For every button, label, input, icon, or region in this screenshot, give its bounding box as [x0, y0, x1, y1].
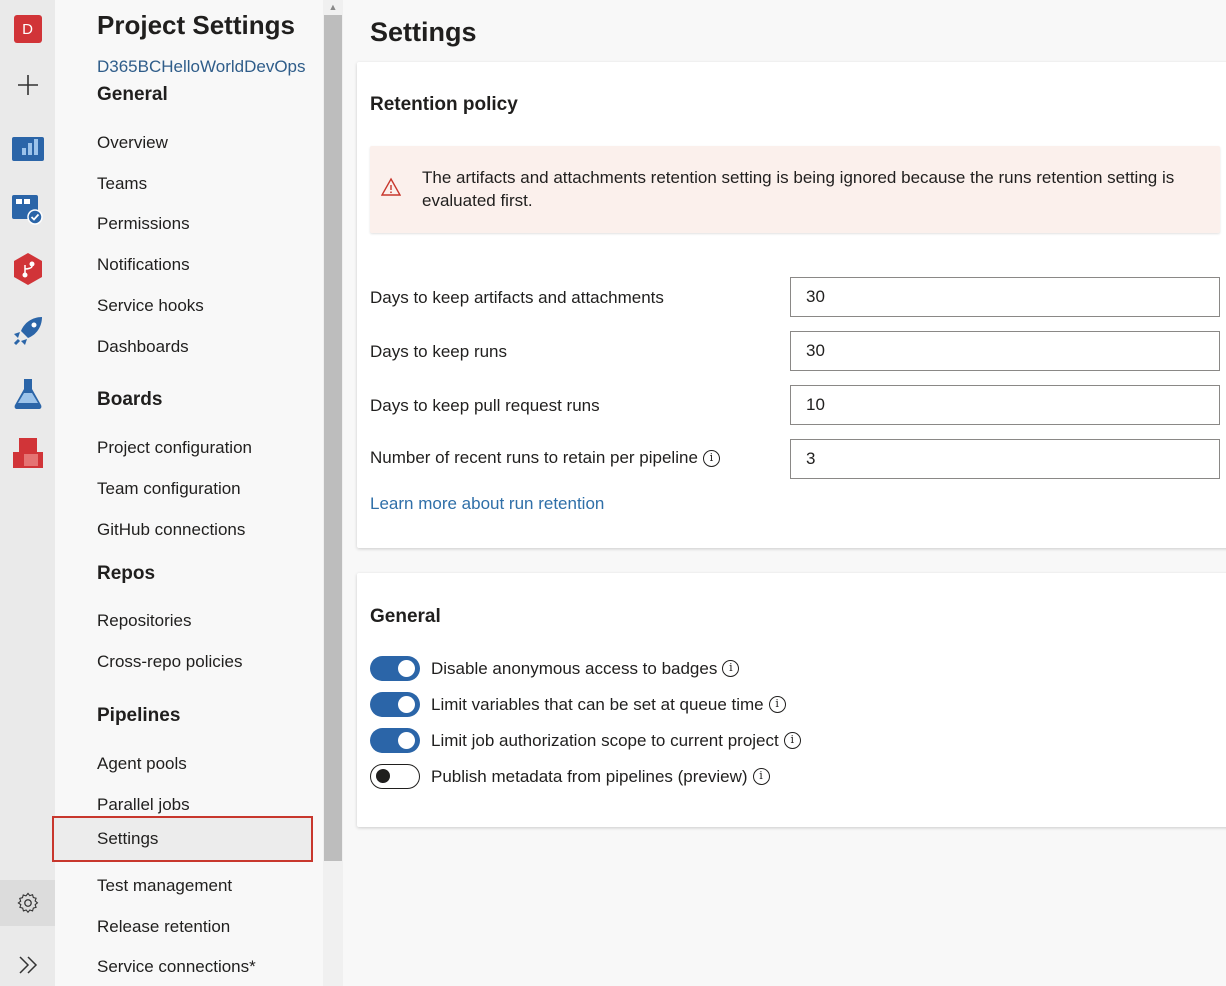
gear-icon: [16, 892, 38, 914]
nav-item-service-hooks[interactable]: Service hooks: [97, 296, 204, 316]
nav-item-cross-repo-policies[interactable]: Cross-repo policies: [97, 652, 243, 672]
learn-more-retention-link[interactable]: Learn more about run retention: [370, 494, 604, 514]
publish-metadata-toggle[interactable]: [370, 764, 420, 789]
info-icon[interactable]: i: [752, 768, 770, 785]
toggle-label: Disable anonymous access to badges: [431, 658, 718, 678]
toggle-row-limit-variables: Limit variables that can be set at queue…: [370, 692, 786, 717]
scroll-up-arrow-icon[interactable]: ▲: [323, 0, 343, 14]
pr-runs-days-label: Days to keep pull request runs: [370, 396, 600, 415]
boards-icon: [11, 195, 43, 225]
general-title: General: [370, 606, 441, 627]
test-plans-hub-button[interactable]: [0, 370, 55, 416]
nav-item-teams[interactable]: Teams: [97, 174, 147, 194]
retention-warning-banner: The artifacts and attachments retention …: [370, 146, 1220, 233]
toggle-row-publish-metadata: Publish metadata from pipelines (preview…: [370, 764, 770, 789]
retention-policy-title: Retention policy: [370, 94, 518, 115]
double-chevron-icon: [18, 956, 37, 974]
nav-item-notifications[interactable]: Notifications: [97, 255, 190, 275]
info-icon[interactable]: i: [783, 732, 801, 749]
artifacts-days-label: Days to keep artifacts and attachments: [370, 288, 664, 307]
nav-section-boards: Boards: [97, 389, 163, 410]
overview-icon: [11, 137, 44, 161]
runs-days-label: Days to keep runs: [370, 342, 508, 361]
recent-runs-input[interactable]: [790, 439, 1220, 479]
nav-section-repos: Repos: [97, 563, 156, 584]
organization-button[interactable]: D: [0, 6, 55, 52]
nav-item-release-retention[interactable]: Release retention: [97, 917, 230, 937]
info-icon[interactable]: i: [768, 696, 786, 713]
page-title: Settings: [370, 17, 477, 47]
nav-item-overview[interactable]: Overview: [97, 133, 168, 153]
warning-icon: [381, 177, 401, 196]
disable-anonymous-badges-toggle[interactable]: [370, 656, 420, 681]
pipelines-icon: [13, 317, 42, 346]
nav-item-team-configuration[interactable]: Team configuration: [97, 479, 241, 499]
product-rail: D: [0, 0, 55, 986]
overview-hub-button[interactable]: [0, 124, 55, 170]
nav-item-github-connections[interactable]: GitHub connections: [97, 520, 245, 540]
add-button[interactable]: [0, 62, 55, 108]
nav-section-general: General: [97, 84, 168, 105]
project-settings-button[interactable]: [0, 880, 55, 926]
limit-job-scope-toggle[interactable]: [370, 728, 420, 753]
runs-days-input[interactable]: [790, 331, 1220, 371]
settings-nav: Project Settings D365BCHelloWorldDevOps …: [52, 0, 343, 986]
toggle-label: Publish metadata from pipelines (preview…: [431, 766, 748, 786]
boards-hub-button[interactable]: [0, 186, 55, 232]
recent-runs-label: Number of recent runs to retain per pipe…: [370, 448, 720, 468]
nav-item-test-management[interactable]: Test management: [97, 876, 232, 896]
general-card: General Disable anonymous access to badg…: [357, 573, 1226, 827]
nav-item-permissions[interactable]: Permissions: [97, 214, 190, 234]
artifacts-days-input[interactable]: [790, 277, 1220, 317]
toggle-label: Limit job authorization scope to current…: [431, 730, 779, 750]
project-link[interactable]: D365BCHelloWorldDevOps: [97, 57, 306, 77]
add-icon: [17, 75, 38, 95]
nav-item-project-configuration[interactable]: Project configuration: [97, 438, 252, 458]
toggle-row-limit-job-scope: Limit job authorization scope to current…: [370, 728, 801, 753]
nav-item-parallel-jobs[interactable]: Parallel jobs: [97, 795, 190, 815]
artifacts-icon: [12, 438, 43, 468]
toggle-label: Limit variables that can be set at queue…: [431, 694, 764, 714]
repos-hub-button[interactable]: [0, 246, 55, 292]
info-icon[interactable]: i: [702, 449, 720, 467]
repos-icon: [13, 253, 42, 285]
artifacts-hub-button[interactable]: [0, 430, 55, 476]
limit-variables-toggle[interactable]: [370, 692, 420, 717]
nav-title: Project Settings: [97, 10, 295, 40]
nav-item-settings[interactable]: Settings: [52, 816, 313, 862]
nav-item-agent-pools[interactable]: Agent pools: [97, 754, 187, 774]
nav-scrollbar[interactable]: ▲: [323, 0, 343, 986]
pipelines-hub-button[interactable]: [0, 308, 55, 354]
retention-policy-card: Retention policy The artifacts and attac…: [357, 62, 1226, 548]
nav-item-dashboards[interactable]: Dashboards: [97, 337, 189, 357]
nav-item-service-connections[interactable]: Service connections*: [97, 957, 256, 977]
main-content: Settings Retention policy The artifacts …: [344, 0, 1226, 986]
toggle-row-anonymous-badges: Disable anonymous access to badges i: [370, 656, 740, 681]
expand-rail-button[interactable]: [0, 942, 55, 986]
org-avatar: D: [13, 15, 42, 43]
nav-section-pipelines: Pipelines: [97, 705, 181, 726]
scrollbar-thumb[interactable]: [324, 15, 342, 861]
pr-runs-days-input[interactable]: [790, 385, 1220, 425]
test-plans-icon: [14, 379, 41, 409]
nav-item-repositories[interactable]: Repositories: [97, 611, 192, 631]
nav-item-settings-label: Settings: [97, 829, 159, 848]
info-icon[interactable]: i: [722, 660, 740, 677]
warning-message: The artifacts and attachments retention …: [422, 168, 1175, 210]
